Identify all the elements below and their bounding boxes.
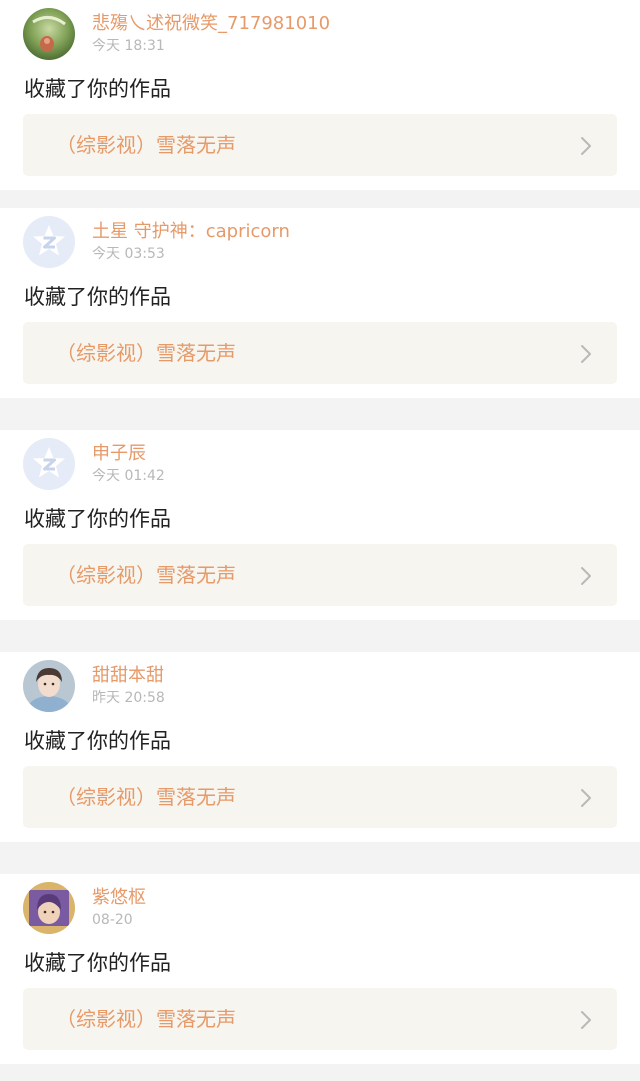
action-text: 收藏了你的作品 [24,951,171,975]
chevron-right-icon [581,789,591,807]
user-avatar[interactable] [23,660,75,712]
photo-avatar-framed-icon [23,882,75,934]
work-link[interactable]: （综影视）雪落无声 [23,766,617,828]
action-text: 收藏了你的作品 [24,507,171,531]
timestamp: 今天 01:42 [92,468,165,484]
photo-avatar-green-icon [23,8,75,60]
action-text: 收藏了你的作品 [24,729,171,753]
notification-card: 甜甜本甜 昨天 20:58 收藏了你的作品 （综影视）雪落无声 [0,652,640,842]
user-name[interactable]: 申子辰 [92,442,146,466]
work-title: （综影视）雪落无声 [56,133,236,157]
chevron-right-icon [581,345,591,363]
chevron-right-icon [581,1011,591,1029]
timestamp: 08-20 [92,912,133,928]
user-name[interactable]: 土星 守护神：capricorn [92,220,290,244]
work-link[interactable]: （综影视）雪落无声 [23,322,617,384]
user-avatar[interactable] [23,8,75,60]
notification-card: 申子辰 今天 01:42 收藏了你的作品 （综影视）雪落无声 [0,430,640,620]
work-link[interactable]: （综影视）雪落无声 [23,114,617,176]
user-avatar[interactable] [23,438,75,490]
action-text: 收藏了你的作品 [24,77,171,101]
work-title: （综影视）雪落无声 [56,563,236,587]
chevron-right-icon [581,567,591,585]
notification-card: 土星 守护神：capricorn 今天 03:53 收藏了你的作品 （综影视）雪… [0,208,640,398]
notification-card: 悲殤乀述祝微笑_717981010 今天 18:31 收藏了你的作品 （综影视）… [0,0,640,190]
notification-card: 紫悠枢 08-20 收藏了你的作品 （综影视）雪落无声 [0,874,640,1064]
work-link[interactable]: （综影视）雪落无声 [23,988,617,1050]
work-title: （综影视）雪落无声 [56,785,236,809]
timestamp: 今天 18:31 [92,38,165,54]
action-text: 收藏了你的作品 [24,285,171,309]
work-title: （综影视）雪落无声 [56,1007,236,1031]
user-avatar[interactable] [23,216,75,268]
default-avatar-icon [23,438,75,490]
user-avatar[interactable] [23,882,75,934]
user-name[interactable]: 甜甜本甜 [92,664,164,688]
default-avatar-icon [23,216,75,268]
timestamp: 昨天 20:58 [92,690,165,706]
work-title: （综影视）雪落无声 [56,341,236,365]
user-name[interactable]: 悲殤乀述祝微笑_717981010 [92,12,330,36]
photo-avatar-person-icon [23,660,75,712]
timestamp: 今天 03:53 [92,246,165,262]
user-name[interactable]: 紫悠枢 [92,886,146,910]
work-link[interactable]: （综影视）雪落无声 [23,544,617,606]
chevron-right-icon [581,137,591,155]
